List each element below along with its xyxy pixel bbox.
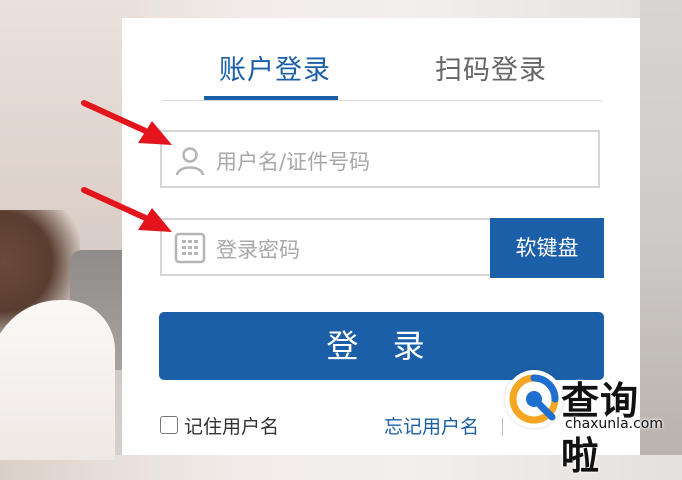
watermark: 查询啦 chaxunla.com <box>503 366 675 478</box>
forgot-username-link[interactable]: 忘记用户名 <box>384 412 479 439</box>
tab-account-login[interactable]: 账户登录 <box>219 48 331 87</box>
password-field[interactable]: 登录密码 软键盘 <box>160 218 604 278</box>
tab-qr-login[interactable]: 扫码登录 <box>435 48 547 87</box>
red-arrow-icon <box>81 187 172 232</box>
red-arrow-icon <box>81 100 172 145</box>
checkbox-box[interactable] <box>160 416 178 434</box>
active-tab-indicator <box>204 96 338 100</box>
username-placeholder: 用户名/证件号码 <box>216 150 371 174</box>
username-field[interactable]: 用户名/证件号码 <box>160 130 600 188</box>
login-tabs: 账户登录 扫码登录 <box>162 18 602 101</box>
background-shoulder <box>0 300 115 460</box>
remember-username-label: 记住用户名 <box>184 415 280 438</box>
remember-username-checkbox[interactable]: 记住用户名 <box>160 412 279 438</box>
soft-keyboard-button[interactable]: 软键盘 <box>490 218 604 278</box>
watermark-url: chaxunla.com <box>565 416 663 432</box>
password-placeholder: 登录密码 <box>216 238 300 262</box>
watermark-logo-icon <box>505 370 563 428</box>
